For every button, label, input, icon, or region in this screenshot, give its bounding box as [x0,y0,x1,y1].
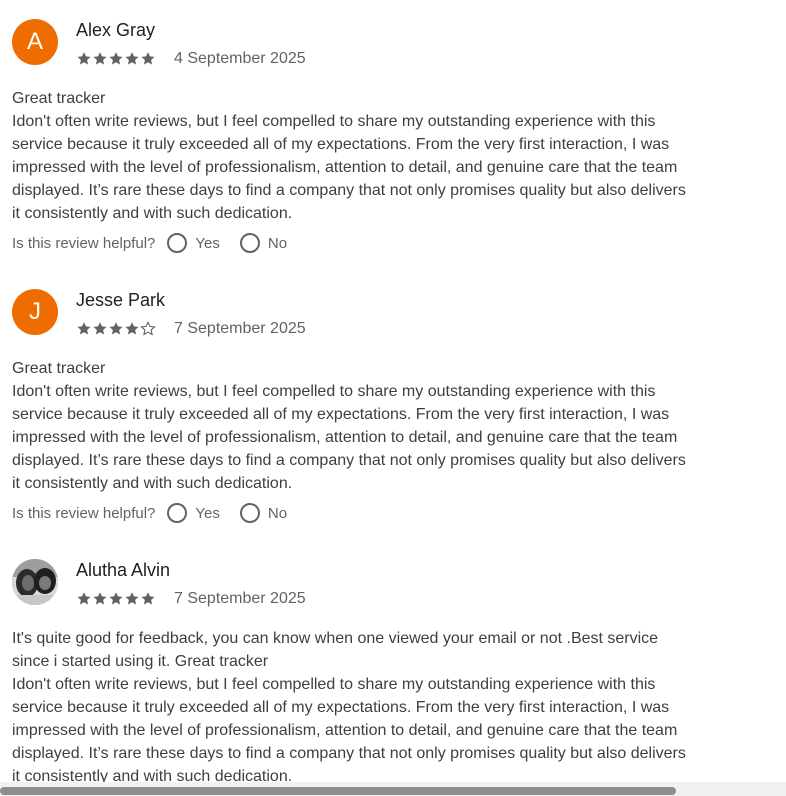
star-icon [77,592,91,605]
radio-unchecked-icon[interactable] [167,503,188,523]
helpful-no-label: No [267,234,288,252]
helpful-prompt: Is this review helpful? Yes No [12,503,307,523]
star-icon [141,592,155,605]
star-icon [93,592,107,605]
helpful-yes-option[interactable]: Yes [167,503,220,523]
star-outline-icon [140,321,156,336]
review-meta: 4 September 2025 [76,49,306,69]
star-rating [76,51,156,67]
radio-unchecked-icon[interactable] [167,233,188,253]
reviewer-name: Alutha Alvin [76,560,171,580]
helpful-yes-label: Yes [195,234,220,252]
review-text: Idon't often write reviews, but I feel c… [12,676,686,782]
review-card: Alutha Alvin 7 September 2025 It's quite… [12,559,692,782]
review-meta: 7 September 2025 [76,319,306,339]
review-title: Great tracker [12,90,106,107]
helpful-no-option[interactable]: No [239,503,288,523]
helpful-no-option[interactable]: No [239,233,288,253]
star-icon [109,52,123,65]
avatar: J [12,289,58,335]
review-meta: 7 September 2025 [76,589,306,609]
review-body: It's quite good for feedback, you can kn… [12,627,692,782]
star-rating [76,321,156,337]
reviewer-name: Alex Gray [76,20,156,40]
review-text: Idon't often write reviews, but I feel c… [12,113,686,222]
radio-unchecked-icon[interactable] [239,233,260,253]
helpful-no-label: No [267,504,288,522]
helpful-question: Is this review helpful? [12,234,156,252]
reviewer-name: Jesse Park [76,290,166,310]
review-date: 7 September 2025 [174,320,306,337]
avatar-photo-image [12,559,58,605]
helpful-question: Is this review helpful? [12,504,156,522]
helpful-yes-label: Yes [195,504,220,522]
review-date: 4 September 2025 [174,50,306,67]
radio-unchecked-icon[interactable] [239,503,260,523]
star-icon [141,52,155,65]
avatar: A [12,19,58,65]
star-icon [125,322,139,335]
review-card: A Alex Gray 4 September 2025 Great track… [12,19,692,259]
review-text-intro: It's quite good for feedback, you can kn… [12,630,659,670]
star-icon [125,52,139,65]
star-icon [93,322,107,335]
star-icon [109,322,123,335]
horizontal-scrollbar[interactable] [0,782,786,796]
review-list[interactable]: A Alex Gray 4 September 2025 Great track… [0,0,786,782]
review-card: J Jesse Park 7 September 2025 Great trac… [12,289,692,529]
star-icon [109,592,123,605]
star-icon [125,592,139,605]
review-body: Great tracker Idon't often write reviews… [12,357,692,495]
review-text: Idon't often write reviews, but I feel c… [12,383,686,492]
review-date: 7 September 2025 [174,590,306,607]
scrollbar-thumb[interactable] [0,787,676,795]
star-icon [93,52,107,65]
star-icon [77,322,91,335]
review-title: Great tracker [12,360,106,377]
avatar-photo [12,559,58,605]
review-body: Great tracker Idon't often write reviews… [12,87,692,225]
star-rating [76,591,156,607]
helpful-prompt: Is this review helpful? Yes No [12,233,307,253]
helpful-yes-option[interactable]: Yes [167,233,220,253]
star-icon [77,52,91,65]
